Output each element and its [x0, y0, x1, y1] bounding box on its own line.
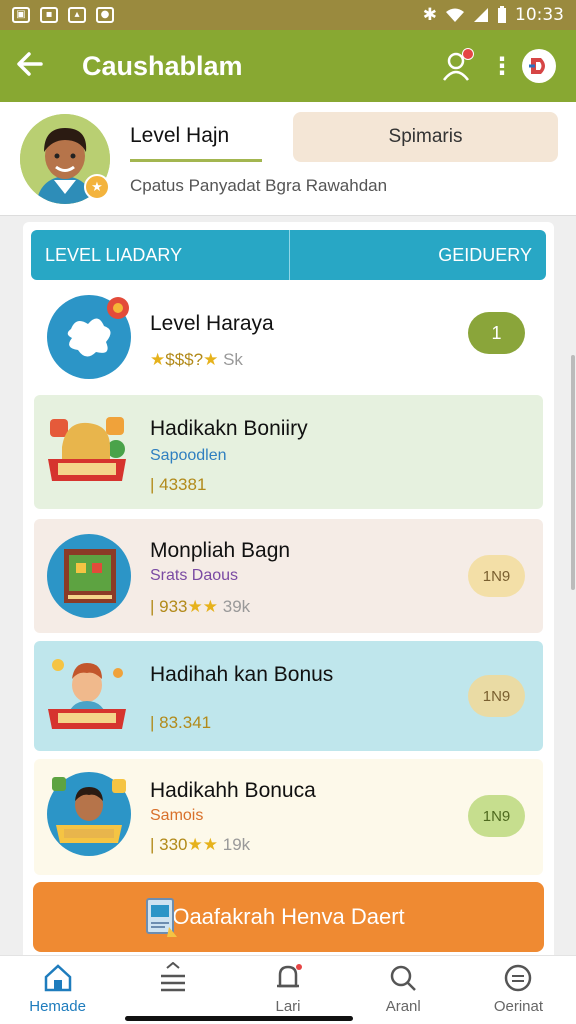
puzzle-icon: [46, 294, 132, 380]
reward-badge[interactable]: 1N9: [468, 795, 525, 837]
row-stars: | 330★★ 19k: [150, 835, 251, 854]
row-stars: ★$$$?★ Sk: [150, 350, 243, 369]
row-title: Hadikahh Bonuca: [150, 779, 316, 802]
nav-menu[interactable]: [115, 956, 230, 1024]
reward-badge[interactable]: 1N9: [468, 675, 525, 717]
summary-button[interactable]: Spimaris: [293, 112, 558, 162]
level-badge[interactable]: 1: [468, 312, 525, 354]
row-subtitle: Srats Daous: [150, 567, 239, 584]
photo-icon: ▴: [68, 7, 86, 23]
app-logo-icon: [529, 58, 545, 74]
search-icon: [390, 965, 417, 991]
list-item[interactable]: Monpliah Bagn Srats Daous | 933★★ 39k 1N…: [34, 519, 543, 633]
rewards-card: LEVEL LIADARY GEIDUERY Level Haraya ★$$$…: [23, 222, 554, 962]
nav-search-label: Aranl: [385, 998, 421, 1015]
bottom-nav: Hemade Lari Aranl Oerinat: [0, 955, 576, 1024]
document-icon: [143, 897, 181, 939]
nav-home[interactable]: Hemade: [0, 956, 115, 1024]
star-badge-icon: ★: [84, 174, 110, 200]
profile-status: Cpatus Panyadat Bgra Rawahdan: [130, 176, 388, 195]
nav-home-label: Hemade: [29, 998, 86, 1015]
row-subtitle: Sapoodlen: [150, 447, 227, 464]
arrow-left-icon: [17, 51, 43, 76]
nav-search[interactable]: Aranl: [346, 956, 461, 1024]
game-board-icon: [46, 533, 132, 619]
list-item[interactable]: Hadihah kan Bonus | 83.341 1N9: [34, 641, 543, 751]
status-right: ✱ 10:33: [423, 5, 564, 25]
row-title: Hadikakn Boniiry: [150, 417, 308, 440]
tab-gallery[interactable]: GEIDUERY: [438, 245, 532, 266]
profile-avatar-button[interactable]: [522, 49, 556, 83]
app-bar: Caushablam ⋮: [0, 30, 576, 102]
profile-header: ★ Level Hajn Cpatus Panyadat Bgra Rawahd…: [0, 102, 576, 216]
list-item[interactable]: Hadikakn Boniiry Sapoodlen | 43381: [34, 395, 543, 509]
account-button[interactable]: [440, 48, 474, 82]
row-title: Level Haraya: [150, 312, 274, 335]
nav-chat-label: Oerinat: [493, 998, 544, 1015]
status-time: 10:33: [515, 5, 564, 25]
bell-icon: [277, 964, 302, 988]
home-icon: [44, 964, 71, 992]
signal-icon: [474, 8, 488, 22]
row-subtitle: Samois: [150, 807, 204, 824]
back-button[interactable]: [0, 49, 60, 84]
cta-label: Oaafakrah Henva Daert: [172, 904, 405, 929]
image-icon: ▪: [40, 7, 58, 23]
tab-divider: [289, 230, 290, 280]
more-options-button[interactable]: ⋮: [490, 52, 514, 80]
chat-icon: [505, 964, 532, 992]
nav-notifications[interactable]: Lari: [230, 956, 345, 1024]
home-indicator[interactable]: [125, 1016, 353, 1021]
nav-notifications-label: Lari: [275, 998, 301, 1015]
notification-dot: [462, 48, 474, 60]
row-stars: | 933★★ 39k: [150, 597, 251, 616]
row-stars: | 43381: [150, 475, 207, 494]
reward-badge[interactable]: 1N9: [468, 555, 525, 597]
tab-level-library[interactable]: LEVEL LIADARY: [45, 245, 182, 266]
battery-icon: [498, 6, 506, 23]
nav-chat[interactable]: Oerinat: [461, 956, 576, 1024]
tab-bar: LEVEL LIADARY GEIDUERY: [31, 230, 546, 280]
name-underline: [130, 159, 262, 162]
claim-bonus-button[interactable]: Oaafakrah Henva Daert: [33, 882, 544, 952]
player-badge-icon: [46, 771, 132, 857]
profile-name: Level Hajn: [130, 124, 230, 147]
treasure-chest-icon: [44, 407, 130, 493]
menu-icon: [160, 962, 185, 992]
list-item[interactable]: Hadikahh Bonuca Samois | 330★★ 19k 1N9: [34, 759, 543, 875]
row-title: Monpliah Bagn: [150, 539, 291, 562]
shield-icon: ●: [96, 7, 114, 23]
app-title: Caushablam: [82, 50, 243, 81]
status-notifications: ▣ ▪ ▴ ●: [12, 7, 114, 23]
bluetooth-icon: ✱: [422, 5, 437, 25]
character-badge-icon: [44, 651, 130, 737]
scrollbar[interactable]: [571, 355, 575, 590]
wifi-icon: [446, 8, 464, 22]
row-stars: | 83.341: [150, 713, 212, 732]
list-item[interactable]: Level Haraya ★$$$?★ Sk 1: [34, 284, 543, 388]
row-title: Hadihah kan Bonus: [150, 663, 334, 686]
notification-icon: ▣: [12, 7, 30, 23]
status-bar: ▣ ▪ ▴ ● ✱ 10:33: [0, 0, 576, 30]
